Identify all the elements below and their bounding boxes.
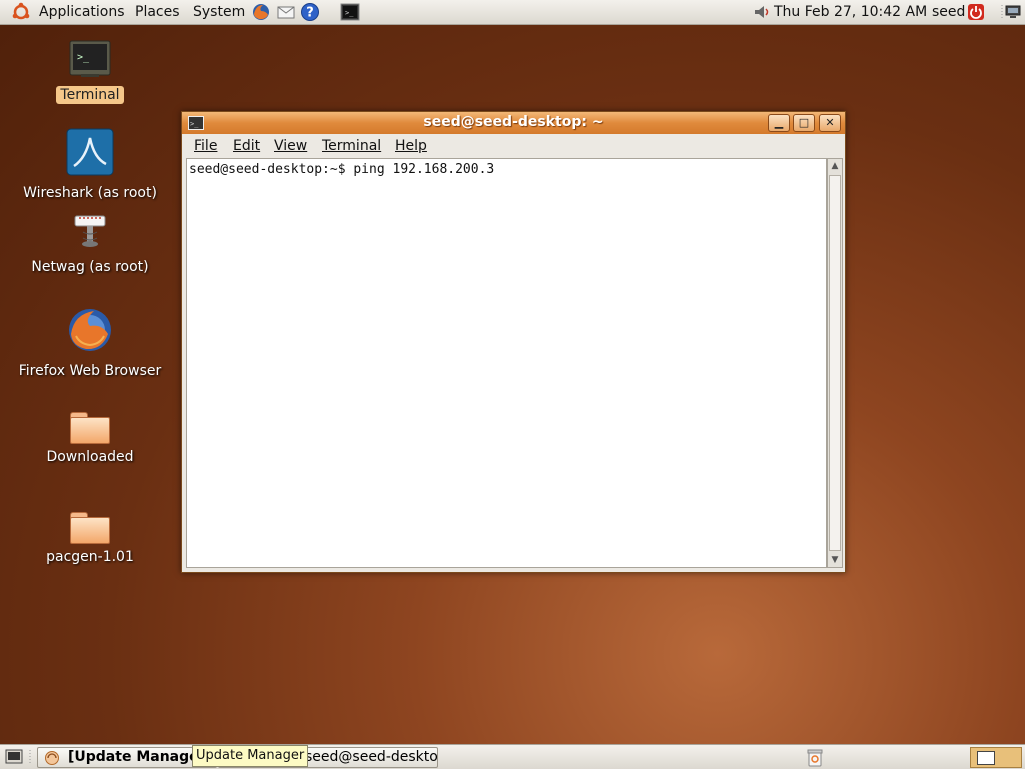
menu-applications[interactable]: Applications bbox=[39, 4, 125, 20]
menu-terminal[interactable]: Terminal bbox=[322, 138, 381, 154]
maximize-button[interactable]: □ bbox=[793, 114, 815, 132]
ubuntu-logo-icon[interactable] bbox=[11, 2, 31, 22]
terminal-window: >_ seed@seed-desktop: ~ ▁ □ ✕ File Edit … bbox=[181, 111, 846, 573]
power-icon[interactable] bbox=[966, 2, 986, 22]
desktop-icon-label: Terminal bbox=[56, 86, 124, 104]
window-title: seed@seed-desktop: ~ bbox=[423, 114, 604, 130]
show-desktop-icon[interactable] bbox=[5, 749, 23, 765]
firefox-launcher-icon[interactable] bbox=[251, 2, 271, 22]
close-button[interactable]: ✕ bbox=[819, 114, 841, 132]
terminal-prompt-line: seed@seed-desktop:~$ ping 192.168.200.3 bbox=[189, 162, 495, 177]
menu-system[interactable]: System bbox=[193, 4, 245, 20]
workspace-switcher[interactable] bbox=[970, 747, 1022, 768]
wireshark-icon bbox=[66, 128, 114, 176]
desktop-icon-terminal[interactable]: >_ Terminal bbox=[10, 40, 170, 104]
maximize-icon: □ bbox=[798, 116, 810, 129]
terminal-launcher-icon[interactable]: >_ bbox=[340, 2, 360, 22]
terminal-output[interactable]: seed@seed-desktop:~$ ping 192.168.200.3 bbox=[186, 158, 827, 568]
svg-text:?: ? bbox=[306, 6, 314, 21]
menu-view[interactable]: View bbox=[274, 138, 307, 154]
close-icon: ✕ bbox=[825, 116, 835, 129]
desktop-icon-label: Wireshark (as root) bbox=[23, 185, 157, 201]
top-panel: Applications Places System ? >_ Thu Feb … bbox=[0, 0, 1025, 25]
user-name[interactable]: seed bbox=[932, 4, 965, 20]
volume-icon[interactable] bbox=[752, 2, 772, 22]
desktop-icon-downloaded[interactable]: Downloaded bbox=[10, 412, 170, 466]
svg-text:>_: >_ bbox=[345, 9, 354, 17]
workspace-1[interactable] bbox=[977, 751, 995, 765]
desktop-icon-label: Downloaded bbox=[46, 449, 134, 465]
desktop-icon-wireshark[interactable]: Wireshark (as root) bbox=[10, 128, 170, 202]
menu-places[interactable]: Places bbox=[135, 4, 180, 20]
window-titlebar[interactable]: >_ seed@seed-desktop: ~ ▁ □ ✕ bbox=[182, 112, 845, 134]
firefox-icon bbox=[69, 309, 111, 351]
menu-help[interactable]: Help bbox=[395, 138, 427, 154]
tooltip: Update Manager bbox=[192, 745, 309, 767]
help-icon[interactable]: ? bbox=[300, 2, 320, 22]
bottom-panel: [Update Manager] seed@seed-desktop: ~ bbox=[0, 744, 1025, 769]
trash-icon[interactable] bbox=[805, 747, 825, 767]
desktop-icon-label: Firefox Web Browser bbox=[18, 363, 162, 379]
folder-icon bbox=[70, 512, 110, 544]
scroll-up-icon[interactable]: ▲ bbox=[828, 159, 842, 173]
taskbar-item-update-manager[interactable]: [Update Manager] bbox=[37, 747, 217, 768]
window-menubar: File Edit View Terminal Help bbox=[182, 134, 845, 158]
netwag-icon bbox=[74, 215, 106, 247]
folder-icon bbox=[70, 412, 110, 444]
minimize-button[interactable]: ▁ bbox=[768, 114, 790, 132]
update-manager-icon bbox=[45, 751, 59, 765]
terminal-scrollbar[interactable]: ▲ ▼ bbox=[827, 158, 843, 568]
menu-file[interactable]: File bbox=[194, 138, 217, 154]
panel-handle-icon bbox=[29, 750, 31, 764]
desktop-icon-firefox[interactable]: Firefox Web Browser bbox=[10, 306, 170, 380]
desktop-icon-pacgen[interactable]: pacgen-1.01 bbox=[10, 512, 170, 566]
desktop-icon-label: Netwag (as root) bbox=[31, 259, 149, 275]
scroll-thumb[interactable] bbox=[829, 175, 841, 551]
svg-text:>_: >_ bbox=[77, 52, 90, 63]
desktop-icon-netwag[interactable]: Netwag (as root) bbox=[10, 212, 170, 276]
network-icon[interactable] bbox=[1003, 2, 1023, 22]
desktop-icon-label: pacgen-1.01 bbox=[46, 549, 134, 565]
scroll-down-icon[interactable]: ▼ bbox=[828, 553, 842, 567]
minimize-icon: ▁ bbox=[774, 116, 784, 129]
terminal-icon: >_ bbox=[69, 40, 111, 77]
mail-icon[interactable] bbox=[276, 2, 296, 22]
clock[interactable]: Thu Feb 27, 10:42 AM bbox=[774, 4, 927, 20]
menu-edit[interactable]: Edit bbox=[233, 138, 260, 154]
